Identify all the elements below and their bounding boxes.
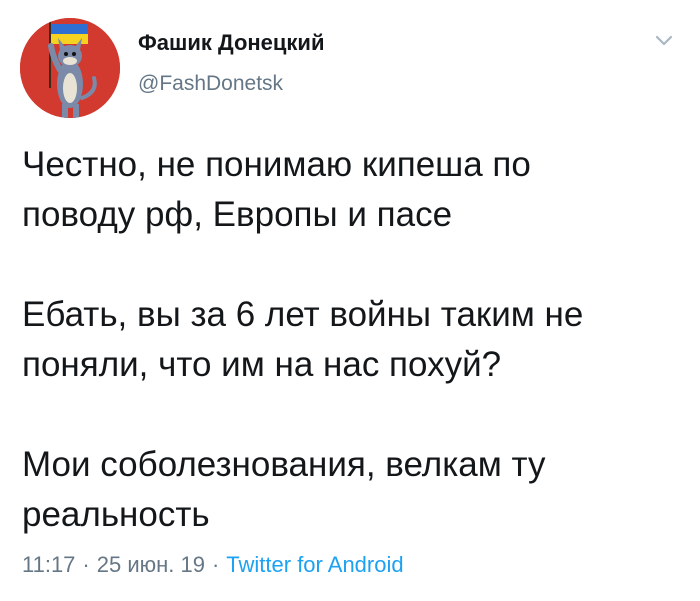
meta-separator: · <box>82 552 90 577</box>
tweet-paragraph: Честно, не понимаю кипеша по поводу рф, … <box>22 140 682 240</box>
tweet-line: Мои соболезнования, велкам ту <box>22 445 546 484</box>
author-handle[interactable]: @FashDonetsk <box>138 72 283 96</box>
tweet-card: Фашик Донецкий @FashDonetsk Честно, не п… <box>0 0 700 601</box>
author-display-name[interactable]: Фашик Донецкий <box>138 30 324 56</box>
tweet-line: реальность <box>22 495 210 534</box>
tweet-paragraph: Ебать, вы за 6 лет войны таким не поняли… <box>22 290 682 390</box>
tweet-time[interactable]: 11:17 <box>22 552 75 577</box>
tweet-line: поняли, что им на нас похуй? <box>22 345 502 384</box>
chevron-down-icon <box>655 35 673 46</box>
tweet-menu-button[interactable] <box>652 28 676 52</box>
tweet-paragraph: Мои соболезнования, велкам ту реальность <box>22 440 682 540</box>
tweet-date[interactable]: 25 июн. 19 <box>97 552 205 577</box>
tweet-line: поводу рф, Европы и пасе <box>22 195 453 234</box>
cartoon-cat-with-flag-avatar <box>20 18 120 118</box>
author-avatar[interactable] <box>20 18 120 118</box>
tweet-meta: 11:17 · 25 июн. 19 · Twitter for Android <box>22 552 404 578</box>
meta-separator: · <box>211 552 220 577</box>
tweet-line: Честно, не понимаю кипеша по <box>22 145 531 184</box>
tweet-line: Ебать, вы за 6 лет войны таким не <box>22 295 584 334</box>
tweet-text: Честно, не понимаю кипеша по поводу рф, … <box>22 140 682 540</box>
tweet-source-link[interactable]: Twitter for Android <box>226 552 403 577</box>
